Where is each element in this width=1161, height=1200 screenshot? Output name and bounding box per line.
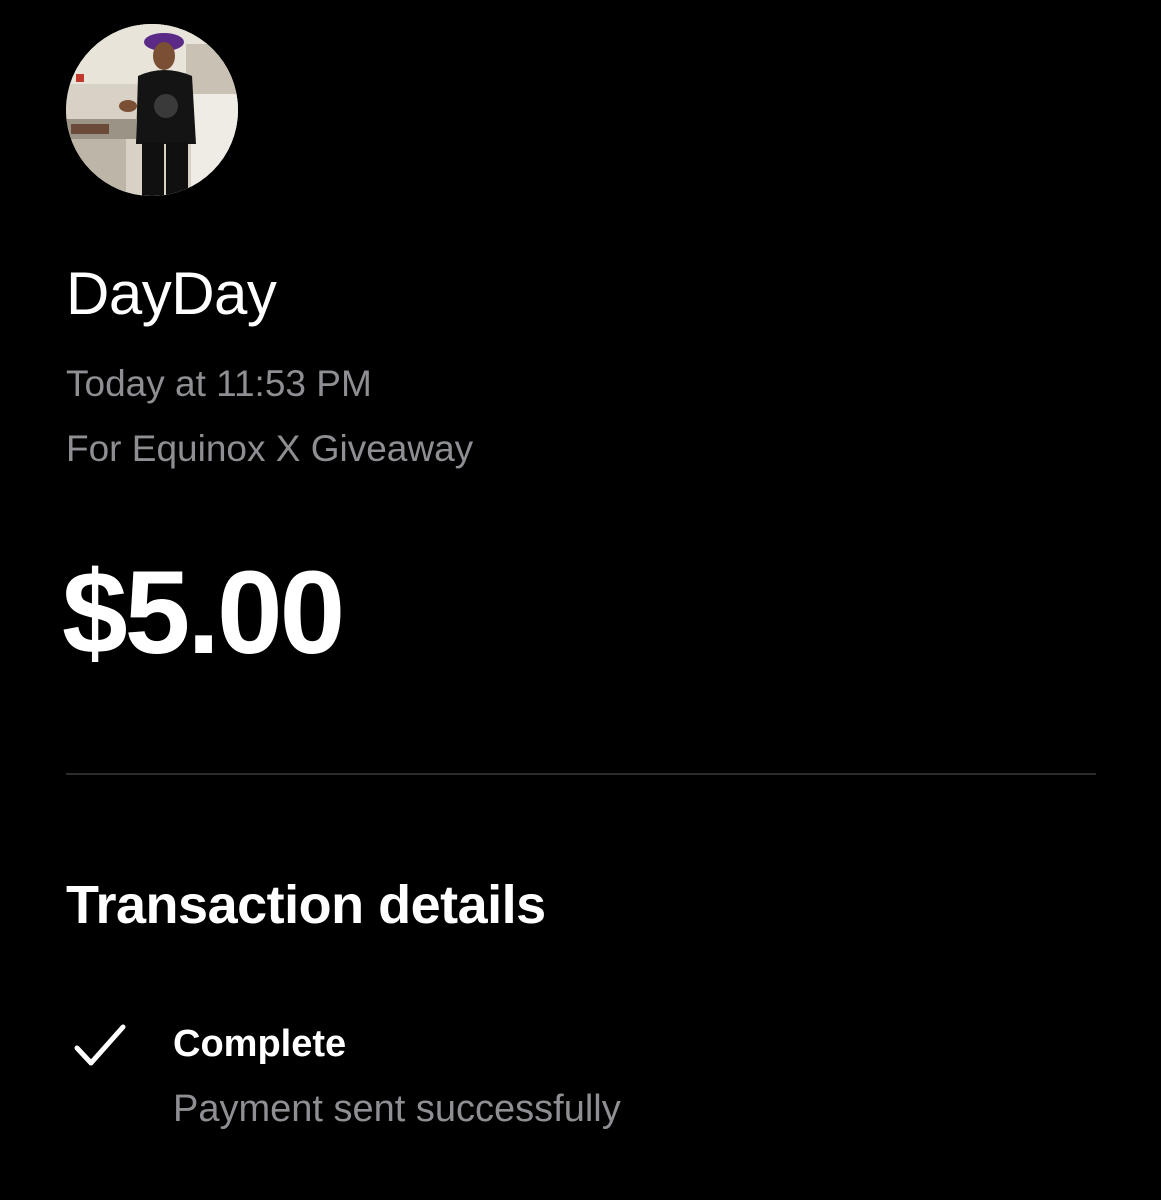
transaction-note: For Equinox X Giveaway xyxy=(66,428,474,469)
transaction-time: Today at 11:53 PM xyxy=(66,363,372,404)
avatar[interactable] xyxy=(66,24,238,196)
check-icon xyxy=(74,1024,126,1066)
status-label: Complete xyxy=(173,1023,347,1065)
transaction-amount: $5.00 xyxy=(62,547,345,679)
transaction-screen: DayDay Today at 11:53 PM For Equinox X G… xyxy=(0,0,1161,1200)
section-title: Transaction details xyxy=(66,875,546,935)
avatar-photo xyxy=(66,24,238,196)
divider xyxy=(66,773,1096,775)
status-description: Payment sent successfully xyxy=(173,1088,621,1130)
recipient-name: DayDay xyxy=(66,260,277,327)
status-row: Complete Payment sent successfully xyxy=(66,1016,1096,1136)
